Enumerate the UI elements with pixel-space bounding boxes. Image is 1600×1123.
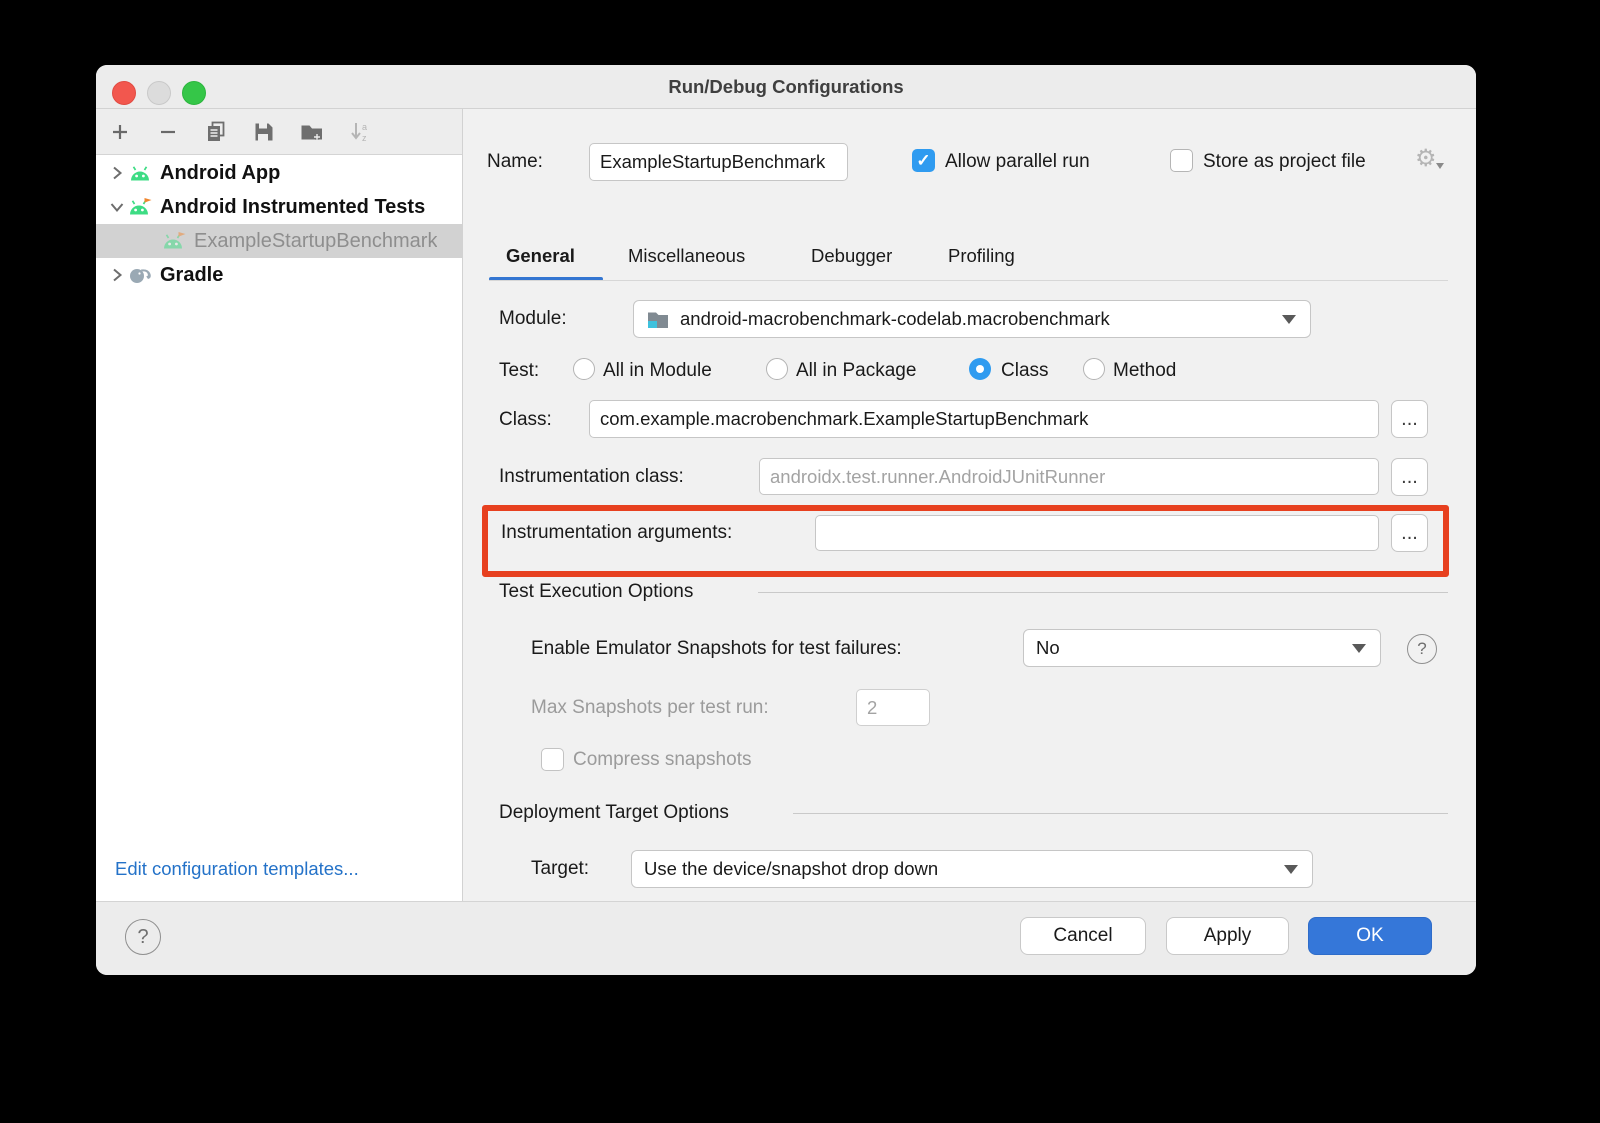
module-label: Module:	[499, 308, 567, 330]
configurations-sidebar: az Android App	[96, 109, 463, 902]
dropdown-arrow-icon	[1282, 315, 1296, 324]
dialog-footer: ? Cancel Apply OK	[96, 901, 1476, 975]
instrumentation-arguments-browse-button[interactable]: ...	[1391, 514, 1428, 552]
chevron-down-icon[interactable]	[108, 198, 128, 216]
cancel-button[interactable]: Cancel	[1020, 917, 1146, 955]
dropdown-arrow-icon	[1284, 865, 1298, 874]
gear-icon[interactable]: ⚙	[1415, 147, 1437, 171]
name-label: Name:	[487, 151, 543, 173]
add-configuration-icon[interactable]	[108, 120, 132, 144]
instrumentation-class-input[interactable]	[759, 458, 1379, 495]
class-label: Class:	[499, 409, 552, 431]
compress-snapshots-checkbox	[541, 748, 564, 771]
copy-configuration-icon[interactable]	[204, 120, 228, 144]
apply-button[interactable]: Apply	[1166, 917, 1289, 955]
module-value: android-macrobenchmark-codelab.macrobenc…	[680, 308, 1110, 330]
tab-miscellaneous[interactable]: Miscellaneous	[628, 245, 745, 267]
allow-parallel-run-label: Allow parallel run	[945, 151, 1090, 173]
tree-item-label: ExampleStartupBenchmark	[194, 230, 437, 253]
radio-method[interactable]	[1083, 358, 1105, 380]
android-instrumented-test-icon	[128, 198, 154, 216]
ok-button[interactable]: OK	[1308, 917, 1432, 955]
emulator-snapshots-label: Enable Emulator Snapshots for test failu…	[531, 638, 902, 660]
remove-configuration-icon[interactable]	[156, 120, 180, 144]
configuration-tree: Android App Android Instrumented Tests	[96, 155, 462, 292]
radio-class-label: Class	[1001, 360, 1049, 382]
zoom-window-button[interactable]	[182, 81, 206, 105]
tab-general[interactable]: General	[506, 245, 575, 267]
class-input[interactable]	[589, 400, 1379, 438]
tree-item-android-app[interactable]: Android App	[96, 156, 462, 190]
sort-configurations-icon: az	[348, 120, 372, 144]
dropdown-arrow-icon	[1352, 644, 1366, 653]
radio-all-in-module-label: All in Module	[603, 360, 712, 382]
tab-divider	[489, 280, 1448, 281]
instrumentation-arguments-label: Instrumentation arguments:	[501, 522, 732, 544]
tab-debugger[interactable]: Debugger	[811, 245, 892, 267]
tab-profiling[interactable]: Profiling	[948, 245, 1015, 267]
gradle-icon	[128, 266, 154, 284]
radio-all-in-package[interactable]	[766, 358, 788, 380]
tree-item-examplestartupbenchmark[interactable]: ExampleStartupBenchmark	[96, 224, 462, 258]
tree-item-android-instrumented-tests[interactable]: Android Instrumented Tests	[96, 190, 462, 224]
sidebar-toolbar: az	[96, 109, 462, 155]
tree-item-label: Android Instrumented Tests	[160, 196, 425, 219]
section-divider	[758, 592, 1448, 593]
emulator-snapshots-value: No	[1036, 637, 1060, 659]
edit-configuration-templates-link[interactable]: Edit configuration templates...	[115, 858, 359, 880]
run-debug-configurations-dialog: Run/Debug Configurations	[96, 65, 1476, 975]
tree-item-gradle[interactable]: Gradle	[96, 258, 462, 292]
svg-text:a: a	[362, 122, 367, 132]
target-dropdown[interactable]: Use the device/snapshot drop down	[631, 850, 1313, 888]
chevron-right-icon[interactable]	[108, 164, 128, 182]
section-divider	[793, 813, 1448, 814]
test-label: Test:	[499, 360, 539, 382]
allow-parallel-run-checkbox[interactable]	[912, 149, 935, 172]
compress-snapshots-label: Compress snapshots	[573, 749, 751, 771]
help-button[interactable]: ?	[125, 919, 161, 955]
max-snapshots-label: Max Snapshots per test run:	[531, 697, 769, 719]
store-as-project-file-checkbox[interactable]	[1170, 149, 1193, 172]
configuration-form: Name: Allow parallel run Store as projec…	[463, 109, 1476, 902]
svg-text:z: z	[362, 133, 367, 143]
tree-item-label: Android App	[160, 162, 280, 185]
instrumentation-arguments-input[interactable]	[815, 515, 1379, 551]
instrumentation-class-label: Instrumentation class:	[499, 466, 684, 488]
target-value: Use the device/snapshot drop down	[644, 858, 938, 880]
android-app-icon	[128, 165, 154, 182]
deployment-target-options-heading: Deployment Target Options	[499, 802, 729, 824]
tree-item-label: Gradle	[160, 264, 223, 287]
minimize-window-button[interactable]	[147, 81, 171, 105]
radio-all-in-package-label: All in Package	[796, 360, 916, 382]
close-window-button[interactable]	[112, 81, 136, 105]
snapshots-help-icon[interactable]: ?	[1407, 634, 1437, 664]
title-bar: Run/Debug Configurations	[96, 65, 1476, 109]
module-dropdown[interactable]: android-macrobenchmark-codelab.macrobenc…	[633, 300, 1311, 338]
emulator-snapshots-dropdown[interactable]: No	[1023, 629, 1381, 667]
save-configuration-icon[interactable]	[252, 120, 276, 144]
name-input[interactable]	[589, 143, 848, 181]
class-browse-button[interactable]: ...	[1391, 400, 1428, 438]
chevron-right-icon[interactable]	[108, 266, 128, 284]
target-label: Target:	[531, 858, 589, 880]
max-snapshots-input	[856, 689, 930, 726]
dialog-title: Run/Debug Configurations	[96, 65, 1476, 108]
test-execution-options-heading: Test Execution Options	[499, 581, 693, 603]
instrumentation-class-browse-button[interactable]: ...	[1391, 458, 1428, 496]
store-as-project-file-label: Store as project file	[1203, 151, 1366, 173]
radio-all-in-module[interactable]	[573, 358, 595, 380]
move-to-folder-icon[interactable]	[300, 120, 324, 144]
radio-method-label: Method	[1113, 360, 1176, 382]
radio-class[interactable]	[969, 358, 991, 380]
module-folder-icon	[646, 309, 670, 329]
android-test-configuration-icon	[162, 232, 188, 250]
